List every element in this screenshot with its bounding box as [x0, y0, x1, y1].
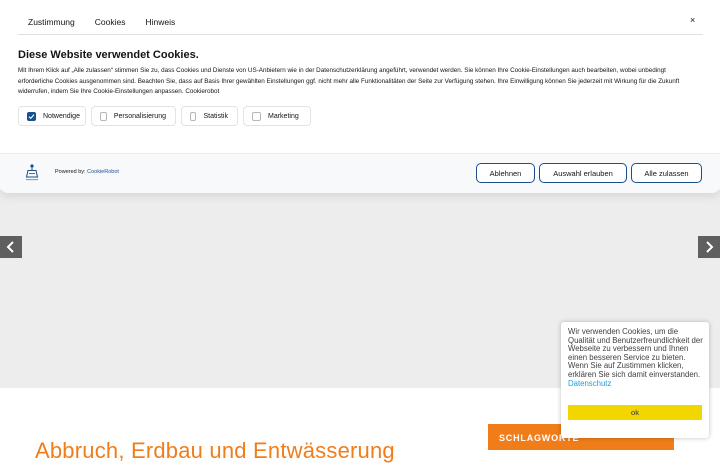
- chevron-left-icon: [6, 241, 14, 253]
- checkbox[interactable]: [100, 111, 107, 121]
- consent-label: Marketing: [268, 112, 299, 120]
- checkbox[interactable]: [190, 111, 197, 121]
- consent-label: Personalisierung: [113, 112, 166, 120]
- consent-label: Notwendige: [43, 112, 80, 120]
- checkmark-icon: [28, 113, 35, 119]
- notice-message: Wir verwenden Cookies, um die Qualität u…: [568, 327, 703, 379]
- dialog-body-text: Mit Ihrem Klick auf „Alle zulassen“ stim…: [18, 67, 680, 96]
- tab-hinweis[interactable]: Hinweis: [135, 10, 185, 34]
- powered-by-label: Powered by:: [55, 169, 86, 175]
- tab-cookies[interactable]: Cookies: [85, 10, 136, 34]
- tabs-divider: [18, 34, 703, 35]
- privacy-link[interactable]: Datenschutz: [568, 379, 611, 388]
- cookie-notice: Wir verwenden Cookies, um die Qualität u…: [561, 322, 709, 438]
- checkbox-checked[interactable]: [27, 111, 36, 121]
- slider-prev-button[interactable]: [0, 236, 22, 258]
- cookierobot-link[interactable]: CookieRobot: [87, 169, 119, 175]
- allow-selection-button[interactable]: Auswahl erlauben: [539, 163, 627, 183]
- dialog-title: Diese Website verwendet Cookies.: [18, 49, 199, 61]
- page-heading: Abbruch, Erdbau und Entwässerung: [35, 438, 395, 463]
- slider-next-button[interactable]: [698, 236, 720, 258]
- cookie-notice-text: Wir verwenden Cookies, um die Qualität u…: [568, 327, 706, 388]
- close-icon[interactable]: ×: [690, 15, 695, 25]
- decline-button[interactable]: Ablehnen: [476, 163, 535, 183]
- consent-marketing[interactable]: Marketing: [243, 106, 311, 126]
- consent-label: Statistik: [203, 112, 228, 120]
- allow-all-button[interactable]: Alle zulassen: [631, 163, 702, 183]
- tab-zustimmung[interactable]: Zustimmung: [18, 10, 85, 35]
- consent-personalization[interactable]: Personalisierung: [91, 106, 176, 126]
- consent-necessary[interactable]: Notwendige: [18, 106, 86, 126]
- dialog-tabs: Zustimmung Cookies Hinweis: [18, 10, 185, 35]
- checkbox[interactable]: [252, 111, 261, 121]
- ok-button[interactable]: ok: [568, 405, 702, 420]
- consent-statistics[interactable]: Statistik: [181, 106, 238, 126]
- consent-options: Notwendige Personalisierung Statistik Ma…: [18, 106, 311, 126]
- cookierobot-logo-icon: [25, 164, 39, 181]
- powered-by: Powered by: CookieRobot: [55, 169, 119, 175]
- chevron-right-icon: [706, 241, 714, 253]
